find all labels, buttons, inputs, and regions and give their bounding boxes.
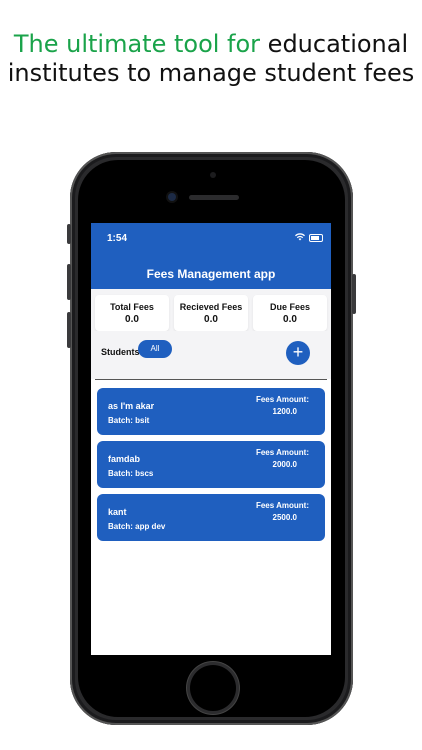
app-screen: 1:54 Fees Management app Total Fees 0.0 … bbox=[91, 223, 331, 655]
mute-switch bbox=[67, 224, 71, 244]
app-bar: 1:54 Fees Management app bbox=[91, 223, 331, 289]
app-title: Fees Management app bbox=[146, 267, 276, 281]
student-batch: Batch: app dev bbox=[108, 522, 166, 531]
fees-amount-value: 2000.0 bbox=[272, 460, 297, 469]
home-button[interactable] bbox=[190, 665, 236, 711]
student-name: kant bbox=[108, 507, 127, 517]
battery-icon bbox=[309, 234, 323, 242]
stat-received-fees: Recieved Fees 0.0 bbox=[174, 295, 248, 331]
stat-label: Total Fees bbox=[110, 301, 154, 312]
student-list: as I'm akar Batch: bsit Fees Amount: 120… bbox=[91, 380, 331, 541]
student-card[interactable]: as I'm akar Batch: bsit Fees Amount: 120… bbox=[97, 388, 325, 435]
volume-up-button bbox=[67, 264, 71, 300]
headline-accent: The ultimate tool for bbox=[13, 30, 261, 58]
stat-total-fees: Total Fees 0.0 bbox=[95, 295, 169, 331]
student-name: famdab bbox=[108, 454, 141, 464]
fees-amount-label: Fees Amount: bbox=[255, 448, 309, 457]
status-icons bbox=[295, 233, 323, 243]
fees-amount-label: Fees Amount: bbox=[255, 395, 309, 404]
power-button bbox=[352, 274, 356, 314]
stat-value: 0.0 bbox=[204, 313, 218, 325]
stat-value: 0.0 bbox=[283, 313, 297, 325]
student-card[interactable]: famdab Batch: bscs Fees Amount: 2000.0 bbox=[97, 441, 325, 488]
speaker-grille bbox=[189, 195, 239, 200]
fees-amount-label: Fees Amount: bbox=[255, 501, 309, 510]
stat-label: Recieved Fees bbox=[179, 301, 243, 312]
sensor-icon bbox=[210, 172, 216, 178]
stat-label: Due Fees bbox=[269, 301, 311, 312]
student-card[interactable]: kant Batch: app dev Fees Amount: 2500.0 bbox=[97, 494, 325, 541]
headline: The ultimate tool for educational instit… bbox=[0, 30, 422, 88]
student-batch: Batch: bscs bbox=[108, 469, 154, 478]
volume-down-button bbox=[67, 312, 71, 348]
camera-icon bbox=[168, 193, 176, 201]
students-bar: Students All + bbox=[91, 331, 331, 379]
wifi-icon bbox=[295, 233, 305, 243]
status-time: 1:54 bbox=[107, 233, 128, 244]
fees-amount-value: 2500.0 bbox=[272, 513, 297, 522]
students-label: Students bbox=[101, 347, 140, 357]
stat-value: 0.0 bbox=[125, 313, 139, 325]
fees-amount-value: 1200.0 bbox=[272, 407, 297, 416]
stats-row: Total Fees 0.0 Recieved Fees 0.0 Due Fee… bbox=[91, 289, 331, 331]
student-batch: Batch: bsit bbox=[108, 416, 150, 425]
filter-chip-all[interactable]: All bbox=[138, 340, 172, 358]
student-name: as I'm akar bbox=[108, 401, 155, 411]
stat-due-fees: Due Fees 0.0 bbox=[253, 295, 327, 331]
add-student-button[interactable]: + bbox=[286, 341, 310, 365]
